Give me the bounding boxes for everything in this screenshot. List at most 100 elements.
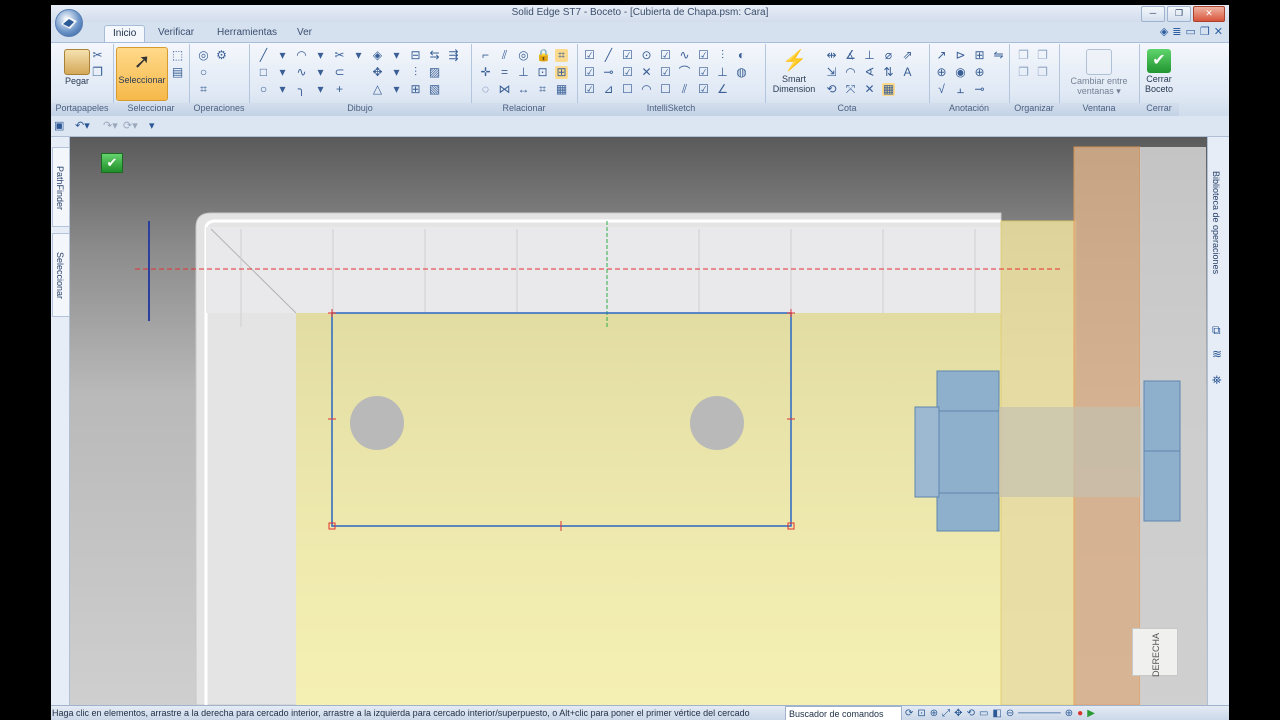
dropdown-icon[interactable]: ▾ bbox=[314, 66, 327, 79]
intellisketch-check-icon[interactable]: ☑ bbox=[697, 49, 710, 62]
pan-icon[interactable]: ✥ bbox=[954, 706, 962, 720]
gear-icon[interactable]: ⚙ bbox=[215, 49, 228, 62]
weld-icon[interactable]: ⇋ bbox=[992, 49, 1005, 62]
extend-icon[interactable]: ⊂ bbox=[333, 66, 346, 79]
circle-op-icon[interactable]: ○ bbox=[197, 66, 210, 79]
region-icon[interactable]: ▧ bbox=[428, 83, 441, 96]
tab-verificar[interactable]: Verificar bbox=[150, 25, 202, 41]
include-icon[interactable]: ⊞ bbox=[409, 83, 422, 96]
intellisketch-check-icon[interactable]: ☑ bbox=[583, 66, 596, 79]
vertical-snap-icon[interactable]: ⫶ bbox=[716, 49, 729, 62]
symmetric-icon[interactable]: ⋈ bbox=[498, 83, 511, 96]
relationship-assistant-icon[interactable]: ▦ bbox=[555, 83, 568, 96]
dropdown-icon[interactable]: ▾ bbox=[276, 66, 289, 79]
fit-icon[interactable]: ⤢ bbox=[942, 706, 950, 720]
hatch-icon[interactable]: ▨ bbox=[428, 66, 441, 79]
project-icon[interactable]: ⊟ bbox=[409, 49, 422, 62]
move-icon[interactable]: ✥ bbox=[371, 66, 384, 79]
intellisketch-check-icon[interactable]: ☑ bbox=[697, 83, 710, 96]
parallel-snap-icon[interactable]: ⫽ bbox=[678, 83, 691, 96]
relationship-handles-icon[interactable]: ⊞ bbox=[555, 66, 568, 79]
intellisketch-check-icon[interactable]: ☑ bbox=[583, 83, 596, 96]
dropdown-icon[interactable]: ▾ bbox=[276, 83, 289, 96]
command-finder-input[interactable]: Buscador de comandos bbox=[785, 706, 902, 720]
zoom-slider-minus-icon[interactable]: ⊖ bbox=[1006, 706, 1014, 720]
offset-icon[interactable]: ⇶ bbox=[447, 49, 460, 62]
line-icon[interactable]: ╱ bbox=[257, 49, 270, 62]
select-tools-icon[interactable]: ⬚ bbox=[171, 49, 184, 62]
zoom-slider-plus-icon[interactable]: ⊕ bbox=[1065, 706, 1073, 720]
midpoint-icon[interactable]: ⊸ bbox=[602, 66, 615, 79]
tangent-snap-icon[interactable]: ⌒ bbox=[678, 66, 691, 79]
connect-icon[interactable]: ⌐ bbox=[479, 49, 492, 62]
dropdown-icon[interactable]: ▾ bbox=[276, 49, 289, 62]
feature-control-icon[interactable]: ⊞ bbox=[973, 49, 986, 62]
select-tab[interactable]: Seleccionar bbox=[52, 233, 70, 317]
restore-button[interactable]: ❐ bbox=[1167, 6, 1191, 22]
undo-icon[interactable]: ↶▾ bbox=[75, 119, 90, 132]
split-icon[interactable]: ⫶ bbox=[409, 66, 422, 79]
curve-snap-icon[interactable]: ∿ bbox=[678, 49, 691, 62]
cut-icon[interactable]: ✂ bbox=[91, 49, 104, 62]
sketch-line-icon[interactable]: ╱ bbox=[602, 49, 615, 62]
angular-coordinate-icon[interactable]: ∢ bbox=[863, 66, 876, 79]
tab-inicio[interactable]: Inicio bbox=[104, 25, 146, 42]
fillet-icon[interactable]: ╮ bbox=[295, 83, 308, 96]
concentric-icon[interactable]: ◎ bbox=[517, 49, 530, 62]
perpendicular-snap-icon[interactable]: ⊥ bbox=[716, 66, 729, 79]
angle-between-icon[interactable]: ∡ bbox=[844, 49, 857, 62]
application-button[interactable] bbox=[55, 9, 83, 37]
perpendicular-icon[interactable]: ⊥ bbox=[517, 66, 530, 79]
intellisketch-uncheck-icon[interactable]: ☐ bbox=[621, 83, 634, 96]
smart-dimension-button[interactable]: ⚡ Smart Dimension bbox=[767, 47, 821, 99]
relationship-color-icon[interactable]: ◍ bbox=[735, 66, 748, 79]
symmetric-diameter-icon[interactable]: ⌀ bbox=[882, 49, 895, 62]
radial-dimension-icon[interactable]: ⟲ bbox=[825, 83, 838, 96]
play-icon[interactable]: ▶ bbox=[1087, 706, 1095, 720]
dropdown-icon[interactable]: ▾ bbox=[390, 83, 403, 96]
intellisketch-check-icon[interactable]: ☑ bbox=[697, 66, 710, 79]
angle-snap-icon[interactable]: ∠ bbox=[716, 83, 729, 96]
close-sketch-button[interactable]: ✔ Cerrar Boceto bbox=[1141, 47, 1177, 99]
dropdown-icon[interactable]: ▾ bbox=[390, 49, 403, 62]
intellisketch-check-icon[interactable]: ☑ bbox=[621, 66, 634, 79]
rigid-set-icon[interactable]: ⊡ bbox=[536, 66, 549, 79]
connector-icon[interactable]: ⊸ bbox=[973, 83, 986, 96]
attach-dimension-icon[interactable]: ⇅ bbox=[882, 66, 895, 79]
graphics-window[interactable]: ✔ PathFinder Seleccionar Biblioteca de o… bbox=[51, 137, 1229, 705]
hole-op-icon[interactable]: ◎ bbox=[197, 49, 210, 62]
perpendicular-cross-icon[interactable]: ✛ bbox=[479, 66, 492, 79]
endpoint-icon[interactable]: ⊿ bbox=[602, 83, 615, 96]
zoom-icon[interactable]: ⊕ bbox=[930, 706, 938, 720]
dimension-style-icon[interactable]: ⇗ bbox=[901, 49, 914, 62]
minimize-button[interactable]: ─ bbox=[1141, 6, 1165, 22]
lock-icon[interactable]: 🔒 bbox=[536, 49, 551, 62]
intersection-icon[interactable]: ✕ bbox=[640, 66, 653, 79]
layers-icon[interactable]: ⧉ bbox=[1212, 323, 1221, 338]
feature-library-tab[interactable]: Biblioteca de operaciones bbox=[1211, 171, 1221, 274]
surface-texture-icon[interactable]: √ bbox=[935, 83, 948, 96]
dropdown-icon[interactable]: ▾ bbox=[314, 49, 327, 62]
intellisketch-uncheck-icon[interactable]: ☐ bbox=[659, 83, 672, 96]
sketch-canvas[interactable] bbox=[51, 137, 1229, 705]
center-mark-icon[interactable]: ⊕ bbox=[973, 66, 986, 79]
trim-icon[interactable]: ✂ bbox=[333, 49, 346, 62]
minimize-ribbon-icon[interactable]: ▭ bbox=[1186, 25, 1196, 38]
coordinate-dimension-icon[interactable]: ⊥ bbox=[863, 49, 876, 62]
mirror-icon[interactable]: ⇆ bbox=[428, 49, 441, 62]
collinear-icon[interactable]: ⌗ bbox=[536, 83, 549, 96]
rotate-icon[interactable]: ⟲ bbox=[967, 706, 975, 720]
table-dimension-icon[interactable]: ✕ bbox=[863, 83, 876, 96]
families-icon[interactable]: ≋ bbox=[1212, 347, 1222, 361]
sketch-view-icon[interactable]: ▭ bbox=[979, 706, 988, 720]
accept-icon[interactable]: ✔ bbox=[101, 153, 123, 173]
intellisketch-check-icon[interactable]: ☑ bbox=[621, 49, 634, 62]
triangle-icon[interactable]: △ bbox=[371, 83, 384, 96]
hole-right[interactable] bbox=[690, 396, 744, 450]
doc-close-icon[interactable]: ✕ bbox=[1214, 25, 1223, 38]
arc-snap-icon[interactable]: ◠ bbox=[640, 83, 653, 96]
center-point-icon[interactable]: ⊙ bbox=[640, 49, 653, 62]
zoom-slider[interactable]: ────── bbox=[1018, 706, 1061, 720]
dimension-grid-icon[interactable]: ▦ bbox=[882, 83, 895, 96]
dropdown-icon[interactable]: ▾ bbox=[390, 66, 403, 79]
